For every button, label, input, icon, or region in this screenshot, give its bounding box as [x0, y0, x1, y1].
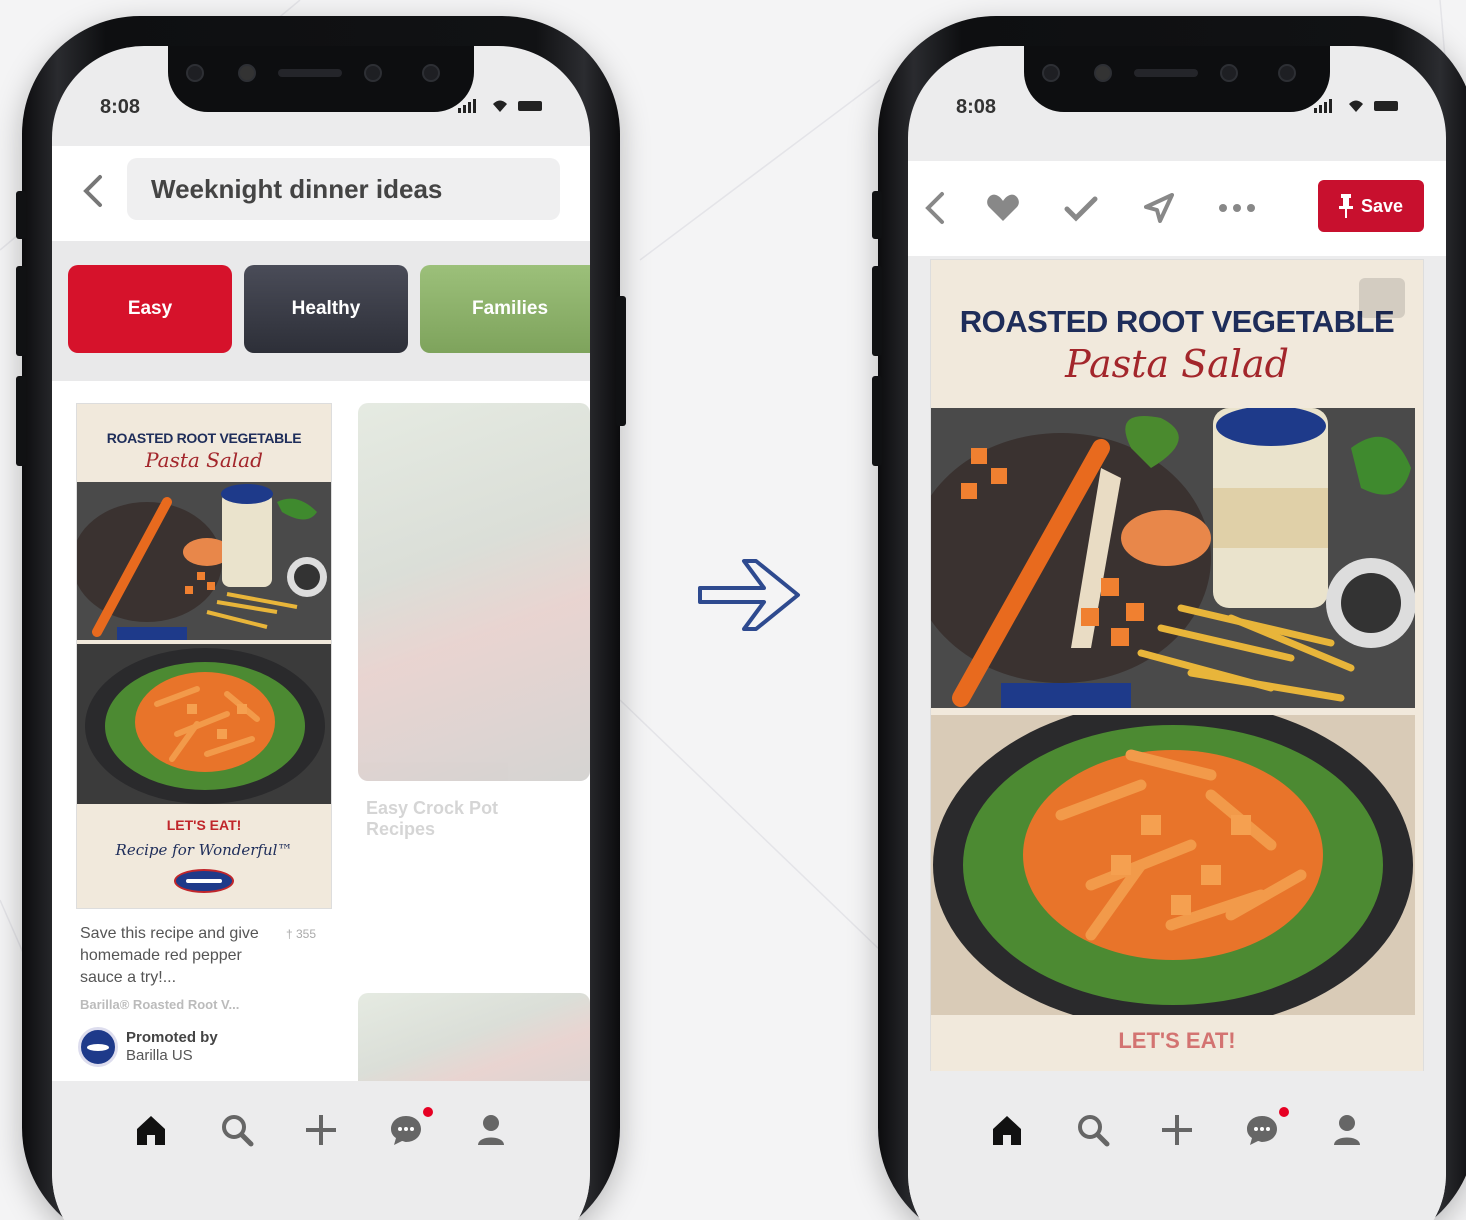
- notification-dot: [423, 1107, 433, 1117]
- transition-arrow-icon: [698, 559, 800, 631]
- filter-chips: Easy Healthy Families: [52, 241, 590, 381]
- pin-description: Save this recipe and give homemade red p…: [80, 925, 259, 986]
- pin-tagline-peek: LET'S EAT!: [1118, 1028, 1236, 1053]
- pin-subtitle: Pasta Salad: [145, 448, 263, 472]
- search-icon[interactable]: [1076, 1113, 1110, 1147]
- chip-easy[interactable]: Easy: [68, 265, 232, 353]
- search-icon[interactable]: [220, 1113, 254, 1147]
- pin-action-bar: Save: [908, 161, 1446, 256]
- status-time: 8:08: [100, 96, 141, 118]
- left-phone: 8:08 Weeknight dinner ideas Easy Healthy…: [16, 16, 626, 1220]
- wifi-icon: [1349, 100, 1363, 112]
- pasta-dish-photo: [77, 644, 331, 804]
- chat-icon[interactable]: [1245, 1113, 1279, 1147]
- pin-footer-script: Recipe for Wonderful™: [115, 841, 293, 859]
- battery-icon: [1374, 100, 1398, 111]
- ingredients-photo: [77, 482, 331, 640]
- phone-notch: [168, 46, 474, 112]
- pasta-dish-photo: [931, 715, 1423, 1015]
- plus-icon[interactable]: [1160, 1113, 1194, 1147]
- search-input[interactable]: Weeknight dinner ideas: [127, 158, 560, 220]
- promoted-by[interactable]: Promoted by Barilla US: [78, 1027, 218, 1067]
- status-icons: [458, 98, 544, 113]
- right-screen: 8:08 Save ROASTED ROOT VEGETABLE Pasta S…: [908, 46, 1446, 1220]
- pin-detail-image[interactable]: ROASTED ROOT VEGETABLE Pasta Salad LET'S…: [930, 259, 1424, 1089]
- detail-subtitle: Pasta Salad: [1065, 342, 1289, 386]
- more-options-icon[interactable]: [1218, 203, 1256, 213]
- check-icon[interactable]: [1064, 195, 1098, 223]
- chip-healthy[interactable]: Healthy: [244, 265, 408, 353]
- promoted-label: Promoted by: [126, 1029, 218, 1046]
- send-icon[interactable]: [1144, 193, 1174, 223]
- phone-notch: [1024, 46, 1330, 112]
- wifi-icon: [493, 100, 507, 112]
- home-icon[interactable]: [990, 1113, 1024, 1147]
- notification-dot: [1279, 1107, 1289, 1117]
- pin-footer: LET'S EAT! Recipe for Wonderful™: [77, 803, 331, 908]
- left-screen: 8:08 Weeknight dinner ideas Easy Healthy…: [52, 46, 590, 1220]
- pin-save-count: † 355: [286, 927, 317, 941]
- search-header: Weeknight dinner ideas: [52, 146, 590, 241]
- save-label: Save: [1360, 195, 1404, 216]
- faded-pin-column: Easy Crock Pot Recipes: [358, 403, 590, 1113]
- faded-pin-title: Easy Crock Pot Recipes: [366, 798, 499, 839]
- avatar: [78, 1027, 118, 1067]
- heart-icon[interactable]: [986, 193, 1020, 223]
- pin-source[interactable]: Barilla® Roasted Root V...: [80, 997, 239, 1012]
- status-time: 8:08: [956, 96, 997, 118]
- faded-pin-image[interactable]: [358, 403, 590, 781]
- pin-title: ROASTED ROOT VEGETABLE: [106, 430, 302, 446]
- home-icon[interactable]: [134, 1113, 168, 1147]
- save-button[interactable]: Save: [1318, 180, 1424, 232]
- expand-icon[interactable]: [1359, 278, 1405, 318]
- barilla-logo: [174, 869, 234, 893]
- pin-icon: [1338, 194, 1353, 218]
- status-icons: [1314, 98, 1400, 113]
- promoter-name: Barilla US: [126, 1047, 193, 1064]
- right-phone: 8:08 Save ROASTED ROOT VEGETABLE Pasta S…: [872, 16, 1466, 1220]
- profile-icon[interactable]: [474, 1113, 508, 1147]
- detail-title: ROASTED ROOT VEGETABLE: [959, 304, 1395, 339]
- bottom-nav: [908, 1071, 1446, 1211]
- bottom-nav: [52, 1081, 590, 1220]
- back-chevron-icon[interactable]: [924, 191, 946, 225]
- profile-icon[interactable]: [1330, 1113, 1364, 1147]
- ingredients-photo: [931, 408, 1423, 708]
- back-chevron-icon[interactable]: [82, 174, 104, 208]
- promoted-pin-image[interactable]: ROASTED ROOT VEGETABLE Pasta Salad LET'S…: [76, 403, 332, 909]
- chip-families[interactable]: Families: [420, 265, 590, 353]
- battery-icon: [518, 100, 542, 111]
- pin-tagline: LET'S EAT!: [166, 817, 242, 833]
- pin-feed: ROASTED ROOT VEGETABLE Pasta Salad LET'S…: [52, 381, 590, 1113]
- plus-icon[interactable]: [304, 1113, 338, 1147]
- chat-icon[interactable]: [389, 1113, 423, 1147]
